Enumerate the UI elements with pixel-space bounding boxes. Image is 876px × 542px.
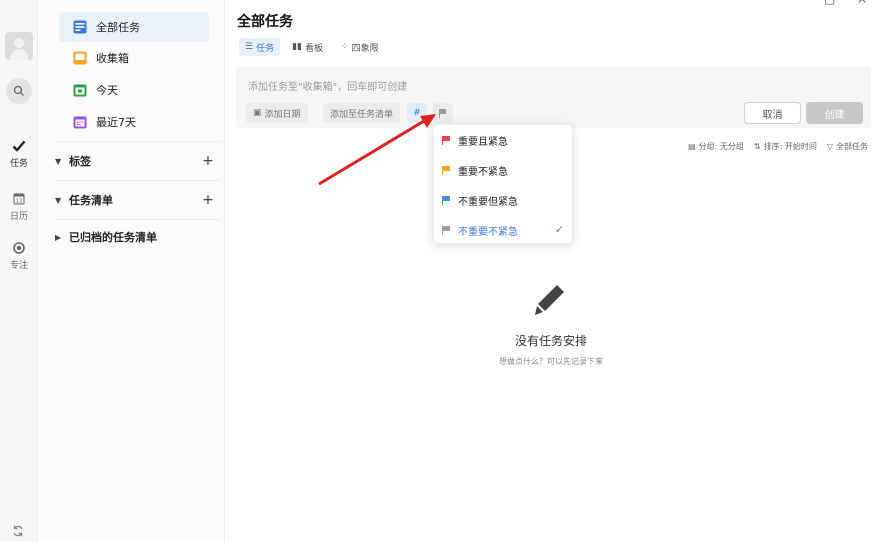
- task-input-box[interactable]: 添加任务至"收集箱"，回车即可创建 ▣ 添加日期 添加至任务清单 # 取消 创建: [236, 66, 871, 128]
- rail-item-calendar[interactable]: 12 日历: [0, 192, 38, 222]
- pencil-icon: [531, 282, 571, 321]
- flag-icon: [439, 108, 446, 118]
- priority-option-urgent[interactable]: 不重要但紧急: [434, 185, 574, 215]
- divider: [55, 219, 221, 220]
- create-button[interactable]: 创建: [806, 102, 863, 124]
- list-toolbar: ▤ 分组: 无分组 ⇅ 排序: 开始时间 ▽ 全部任务: [688, 141, 868, 152]
- tab-label: 任务: [256, 43, 275, 54]
- priority-label: 不重要不紧急: [458, 226, 518, 238]
- orange-flag-icon: [442, 165, 450, 175]
- search-icon: [13, 85, 24, 96]
- left-rail: 任务 12 日历 专注: [0, 0, 38, 542]
- divider: [55, 141, 221, 142]
- sort-button[interactable]: ⇅ 排序: 开始时间: [754, 141, 817, 152]
- divider: [55, 180, 221, 181]
- rail-item-label: 任务: [9, 159, 28, 169]
- check-icon: [12, 140, 26, 152]
- tab-quadrant[interactable]: ⁘ 四象限: [335, 38, 385, 56]
- filter-icon: ▽: [826, 142, 833, 151]
- tab-label: 四象限: [351, 43, 379, 54]
- filter-label: 全部任务: [836, 142, 868, 151]
- group-by-button[interactable]: ▤ 分组: 无分组: [688, 141, 744, 152]
- sidebar-item-week[interactable]: 最近7天: [59, 107, 209, 137]
- priority-option-important[interactable]: 重要不紧急: [434, 155, 574, 185]
- inbox-icon: [73, 51, 87, 65]
- focus-icon: [13, 242, 25, 254]
- view-tabs: ☰ 任务 ▮▮ 看板 ⁘ 四象限: [239, 38, 385, 56]
- sidebar: 全部任务 收集箱 今天 最近7天 ▼ 标签 + ▼ 任务清单 + ▶ 已归档的任…: [39, 0, 225, 542]
- priority-label: 不重要但紧急: [458, 196, 518, 208]
- group-label: 标签: [69, 155, 91, 168]
- checkmark-icon: ✓: [554, 223, 564, 236]
- rail-item-tasks[interactable]: 任务: [0, 140, 38, 169]
- sidebar-item-inbox[interactable]: 收集箱: [59, 43, 209, 73]
- tab-label: 看板: [305, 43, 324, 54]
- empty-state-title: 没有任务安排: [514, 334, 587, 348]
- task-input-placeholder[interactable]: 添加任务至"收集箱"，回车即可创建: [248, 78, 407, 93]
- calendar-date: 12: [16, 199, 23, 205]
- sidebar-item-label: 今天: [96, 84, 118, 97]
- page-title: 全部任务: [237, 14, 293, 30]
- priority-option-none[interactable]: 不重要不紧急 ✓: [434, 215, 574, 245]
- sidebar-group-tags[interactable]: ▼ 标签 +: [55, 147, 215, 175]
- hash-icon: #: [413, 108, 421, 118]
- kanban-icon: ▮▮: [292, 42, 302, 52]
- chip-label: 添加至任务清单: [330, 109, 394, 120]
- group-by-label: 分组: 无分组: [698, 142, 744, 151]
- sort-label: 排序: 开始时间: [763, 142, 817, 151]
- sort-icon: ⇅: [753, 142, 761, 151]
- quadrant-icon: ⁘: [341, 42, 349, 52]
- sidebar-item-label: 最近7天: [96, 116, 136, 129]
- rail-item-label: 日历: [9, 212, 28, 222]
- calendar-icon: 12: [13, 193, 25, 205]
- sidebar-item-all-tasks[interactable]: 全部任务: [59, 12, 209, 42]
- caret-down-icon: ▼: [55, 195, 62, 205]
- add-to-list-button[interactable]: 添加至任务清单: [323, 103, 401, 123]
- calendar-small-icon: ▣: [253, 108, 262, 118]
- today-icon: [73, 83, 87, 97]
- sync-icon[interactable]: [11, 524, 25, 538]
- tab-tasks[interactable]: ☰ 任务: [239, 38, 281, 56]
- sidebar-group-lists[interactable]: ▼ 任务清单 +: [55, 186, 215, 214]
- priority-label: 重要不紧急: [458, 166, 508, 178]
- search-button[interactable]: [6, 78, 32, 104]
- priority-option-urgent-important[interactable]: 重要且紧急: [434, 125, 574, 155]
- priority-dropdown: 重要且紧急 重要不紧急 不重要但紧急 不重要不紧急 ✓: [433, 124, 573, 244]
- empty-state-subtitle: 想做点什么？可以先记录下来: [499, 357, 603, 366]
- group-label: 任务清单: [69, 194, 113, 207]
- priority-button[interactable]: [433, 103, 453, 123]
- add-tag-button[interactable]: +: [201, 153, 215, 169]
- rail-item-focus[interactable]: 专注: [0, 242, 38, 271]
- chip-label: 添加日期: [264, 109, 301, 120]
- main-panel: — □ × 全部任务 ☰ 任务 ▮▮ 看板 ⁘ 四象限 添加任务至"收集箱"，回…: [226, 0, 876, 542]
- add-list-button[interactable]: +: [201, 192, 215, 208]
- filter-button[interactable]: ▽ 全部任务: [827, 141, 868, 152]
- group-label: 已归档的任务清单: [69, 231, 157, 244]
- list-icon: ☰: [245, 42, 254, 52]
- caret-down-icon: ▼: [55, 156, 62, 166]
- close-button[interactable]: ×: [857, 0, 867, 6]
- priority-label: 重要且紧急: [458, 136, 508, 148]
- red-flag-icon: [442, 135, 450, 145]
- rail-item-label: 专注: [9, 261, 28, 271]
- gray-flag-icon: [442, 225, 450, 235]
- sidebar-item-label: 全部任务: [96, 21, 140, 34]
- maximize-button[interactable]: □: [824, 0, 835, 6]
- add-date-button[interactable]: ▣ 添加日期: [246, 103, 308, 123]
- tab-kanban[interactable]: ▮▮ 看板: [286, 38, 329, 56]
- blue-flag-icon: [442, 195, 450, 205]
- group-icon: ▤: [688, 142, 696, 151]
- sidebar-group-archived[interactable]: ▶ 已归档的任务清单: [55, 223, 215, 251]
- tag-button[interactable]: #: [407, 103, 427, 123]
- minimize-button[interactable]: —: [790, 0, 802, 6]
- sidebar-item-today[interactable]: 今天: [59, 75, 209, 105]
- avatar[interactable]: [5, 32, 33, 60]
- caret-right-icon: ▶: [55, 232, 62, 242]
- sidebar-item-label: 收集箱: [96, 52, 129, 65]
- cancel-button[interactable]: 取消: [744, 102, 801, 124]
- all-tasks-icon: [73, 20, 87, 34]
- week-icon: [73, 115, 87, 129]
